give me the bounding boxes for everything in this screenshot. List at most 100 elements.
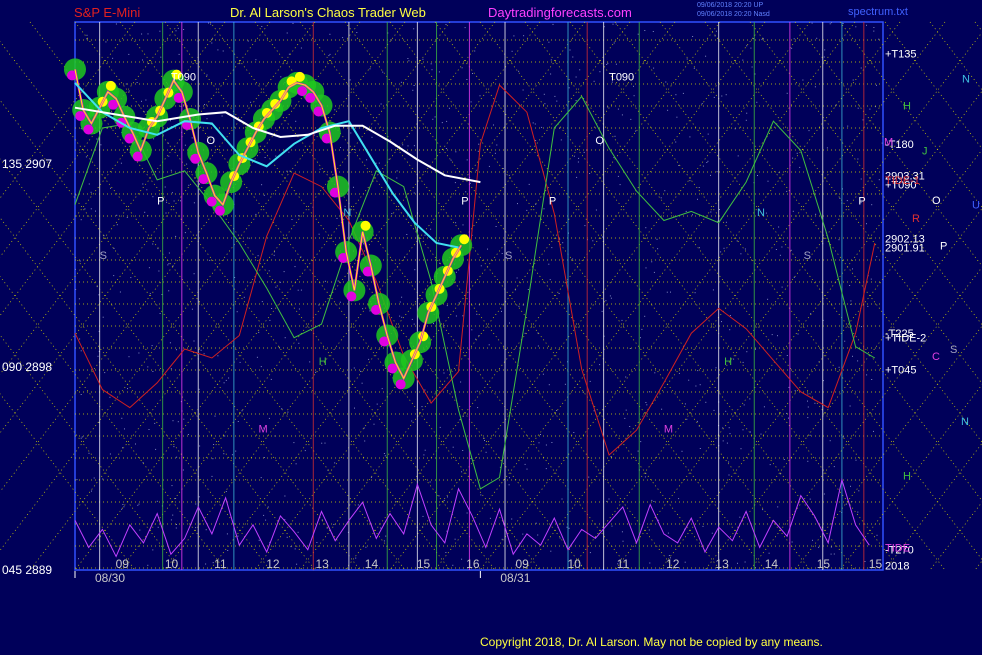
noise-dot [438, 71, 440, 73]
noise-dot [360, 370, 362, 372]
noise-dot [526, 468, 528, 470]
noise-dot [172, 420, 174, 422]
header-title: Dr. Al Larson's Chaos Trader Web [230, 5, 426, 20]
noise-dot [458, 302, 460, 304]
noise-dot [273, 254, 275, 256]
noise-dot [438, 240, 440, 242]
side-letter: C [932, 351, 940, 363]
noise-dot [720, 251, 722, 253]
noise-dot [239, 361, 241, 363]
noise-dot [193, 340, 195, 342]
noise-dot [649, 562, 651, 564]
noise-dot [656, 238, 658, 240]
noise-dot [665, 81, 667, 83]
noise-dot [619, 184, 621, 186]
noise-dot [430, 63, 432, 65]
noise-dot [729, 315, 731, 316]
noise-dot [858, 490, 860, 492]
noise-dot [170, 120, 171, 122]
noise-dot [711, 532, 713, 534]
noise-dot [237, 421, 239, 422]
noise-dot [688, 379, 690, 381]
noise-dot [617, 108, 619, 110]
noise-dot [742, 429, 744, 431]
noise-dot [100, 144, 102, 146]
header-site-link[interactable]: Daytradingforecasts.com [488, 5, 632, 20]
noise-dot [462, 224, 464, 226]
noise-dot [431, 69, 433, 71]
price-marker [459, 234, 470, 245]
noise-dot [723, 247, 725, 249]
noise-dot [350, 132, 352, 134]
noise-dot [675, 94, 677, 96]
noise-dot [684, 403, 686, 405]
noise-dot [496, 144, 498, 146]
noise-dot [779, 254, 781, 256]
noise-dot [725, 94, 727, 96]
noise-dot [466, 512, 468, 514]
noise-dot [572, 258, 574, 260]
noise-dot [823, 56, 825, 58]
side-letter: U [972, 200, 980, 212]
chart-annotation: P [858, 196, 865, 208]
noise-dot [176, 349, 177, 351]
noise-dot [271, 308, 273, 309]
noise-dot [205, 529, 207, 531]
price-axis-label: 090 2898 [2, 360, 52, 374]
noise-dot [434, 116, 436, 118]
side-letter: M [884, 137, 893, 149]
noise-dot [180, 105, 182, 107]
noise-dot [142, 183, 144, 185]
noise-dot [550, 73, 552, 75]
noise-dot [686, 418, 688, 420]
noise-dot [172, 514, 174, 516]
noise-dot [141, 33, 143, 35]
noise-dot [621, 114, 623, 116]
noise-dot [90, 208, 92, 210]
noise-dot [461, 471, 463, 473]
noise-dot [864, 561, 866, 562]
noise-dot [157, 526, 159, 528]
noise-dot [513, 35, 515, 37]
noise-dot [321, 442, 323, 444]
noise-dot [630, 118, 632, 120]
noise-dot [152, 196, 154, 198]
header-spectrum-file: spectrum.txt [848, 6, 908, 18]
diagonal-line [884, 442, 982, 571]
noise-dot [595, 209, 597, 211]
noise-dot [712, 289, 714, 291]
noise-dot [315, 371, 317, 373]
noise-dot [177, 421, 179, 423]
noise-dot [152, 549, 154, 551]
noise-dot [502, 168, 504, 169]
noise-dot [448, 107, 450, 109]
noise-dot [116, 224, 118, 226]
noise-dot [176, 524, 177, 525]
noise-dot [849, 405, 851, 407]
noise-dot [842, 23, 844, 24]
chart-annotation: P [157, 196, 164, 208]
noise-dot [90, 191, 92, 193]
noise-dot [878, 179, 880, 181]
noise-dot [180, 200, 181, 202]
noise-dot [522, 89, 524, 91]
noise-dot [602, 236, 604, 238]
noise-dot [760, 433, 762, 435]
noise-dot [407, 58, 409, 59]
noise-dot [707, 133, 709, 135]
noise-dot [413, 85, 415, 86]
chart-annotation: H [319, 356, 327, 368]
level-label: +T045 [885, 364, 917, 376]
noise-dot [538, 442, 540, 444]
noise-dot [551, 442, 553, 443]
noise-dot [511, 50, 513, 52]
chart-annotation: T090 [609, 72, 634, 84]
noise-dot [852, 355, 853, 357]
noise-dot [470, 101, 472, 103]
noise-dot [559, 537, 561, 539]
noise-dot [583, 151, 585, 153]
price-marker [294, 71, 305, 82]
noise-dot [737, 562, 738, 564]
diagonal-line [614, 90, 982, 571]
noise-dot [676, 116, 678, 118]
